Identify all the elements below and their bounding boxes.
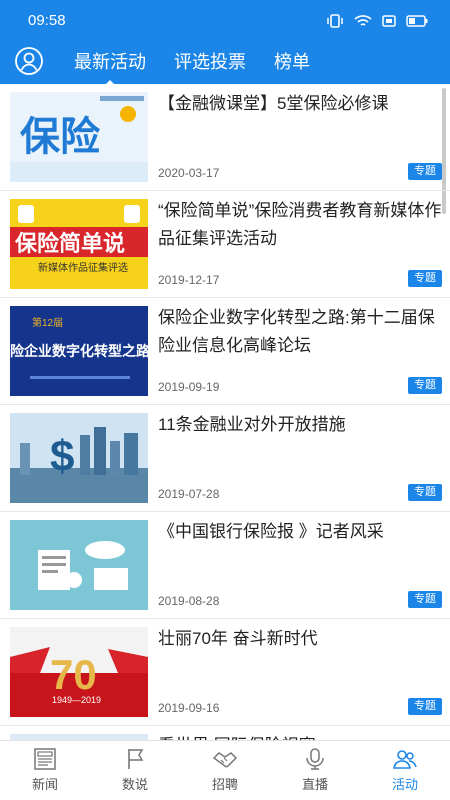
bottom-tab-news[interactable]: 新闻 [0, 741, 90, 800]
bottom-tab-label: 数说 [121, 777, 148, 792]
bottom-tab-live[interactable]: 直播 [270, 741, 360, 800]
thumb-subtext: 第12届 [32, 316, 63, 329]
svg-text:$: $ [50, 432, 74, 481]
bottom-tab-label: 直播 [301, 777, 328, 792]
topic-badge: 专题 [408, 163, 442, 180]
topic-badge: 专题 [408, 270, 442, 287]
article-thumbnail: 保险简单说 新媒体作品征集评选 [10, 199, 148, 289]
article-title[interactable]: 保险企业数字化转型之路:第十二届保险业信息化高峰论坛 [158, 304, 442, 360]
article-title[interactable]: 11条金融业对外开放措施 [158, 411, 442, 439]
people-icon [393, 750, 417, 769]
article-thumbnail: 70 1949—2019 [10, 627, 148, 717]
list-item[interactable]: 看世界 国际保险视窗 [0, 726, 450, 740]
article-title[interactable]: 【金融微课堂】5堂保险必修课 [158, 90, 442, 118]
article-date: 2019-09-19 [158, 380, 220, 394]
flag-icon [128, 749, 144, 769]
article-date: 2019-09-16 [158, 701, 220, 715]
list-item[interactable]: 保险 【金融微课堂】5堂保险必修课 2020-03-17 专题 [0, 84, 450, 191]
bottom-tab-jobs[interactable]: 招聘 [180, 741, 270, 800]
thumb-text: 险企业数字化转型之路 [10, 343, 148, 359]
list-item[interactable]: 保险简单说 新媒体作品征集评选 “保险简单说”保险消费者教育新媒体作品征集评选活… [0, 191, 450, 298]
status-time: 09:58 [28, 12, 66, 29]
article-date: 2019-07-28 [158, 487, 220, 501]
handshake-icon [212, 752, 238, 768]
tab-rankings[interactable]: 榜单 [274, 48, 310, 74]
app-header: 09:58 最新活动 评选投票 榜单 [0, 0, 450, 86]
list-item[interactable]: 《中国银行保险报 》记者风采 2019-08-28 专题 [0, 512, 450, 619]
user-avatar-icon[interactable] [14, 46, 44, 76]
battery-icon [406, 15, 428, 27]
list-item[interactable]: 70 1949—2019 壮丽70年 奋斗新时代 2019-09-16 专题 [0, 619, 450, 726]
article-date: 2020-03-17 [158, 166, 220, 180]
article-thumbnail: 保险 [10, 92, 148, 182]
sim-icon [382, 15, 396, 27]
news-icon [34, 748, 56, 770]
bottom-tab-label: 新闻 [31, 777, 58, 792]
bottom-tab-activities[interactable]: 活动 [360, 741, 450, 800]
thumb-subtext: 1949—2019 [52, 695, 101, 705]
status-icons [326, 14, 428, 28]
article-thumbnail: 第12届 险企业数字化转型之路 [10, 306, 148, 396]
thumb-text: 保险 [20, 115, 101, 159]
topic-badge: 专题 [408, 377, 442, 394]
list-item[interactable]: $ 11条金融业对外开放措施 2019-07-28 专题 [0, 405, 450, 512]
article-date: 2019-08-28 [158, 594, 220, 608]
bottom-tab-bar: 新闻 数说 招聘 直播 活动 [0, 740, 450, 800]
status-bar: 09:58 [0, 0, 450, 42]
topic-badge: 专题 [408, 484, 442, 501]
thumb-subtext: 新媒体作品征集评选 [38, 261, 128, 274]
vibrate-icon [327, 14, 343, 28]
thumb-text: 保险简单说 [14, 231, 125, 256]
article-title[interactable]: 壮丽70年 奋斗新时代 [158, 625, 442, 653]
top-nav: 最新活动 评选投票 榜单 [0, 42, 450, 86]
topic-badge: 专题 [408, 698, 442, 715]
article-title[interactable]: 看世界 国际保险视窗 [158, 732, 442, 740]
microphone-icon [306, 748, 324, 770]
article-title[interactable]: “保险简单说”保险消费者教育新媒体作品征集评选活动 [158, 197, 442, 253]
list-item[interactable]: 第12届 险企业数字化转型之路 保险企业数字化转型之路:第十二届保险业信息化高峰… [0, 298, 450, 405]
bottom-tab-data[interactable]: 数说 [90, 741, 180, 800]
article-title[interactable]: 《中国银行保险报 》记者风采 [158, 518, 442, 546]
article-thumbnail: $ [10, 413, 148, 503]
wifi-icon [354, 15, 372, 26]
article-thumbnail [10, 520, 148, 610]
topic-badge: 专题 [408, 591, 442, 608]
tab-latest-activities[interactable]: 最新活动 [74, 48, 146, 86]
tab-voting[interactable]: 评选投票 [174, 48, 246, 74]
article-date: 2019-12-17 [158, 273, 220, 287]
bottom-tab-label: 活动 [391, 777, 418, 792]
thumb-text: 70 [50, 651, 97, 698]
bottom-tab-label: 招聘 [211, 777, 238, 792]
article-list[interactable]: 保险 【金融微课堂】5堂保险必修课 2020-03-17 专题 保险简单说 新媒… [0, 84, 450, 740]
